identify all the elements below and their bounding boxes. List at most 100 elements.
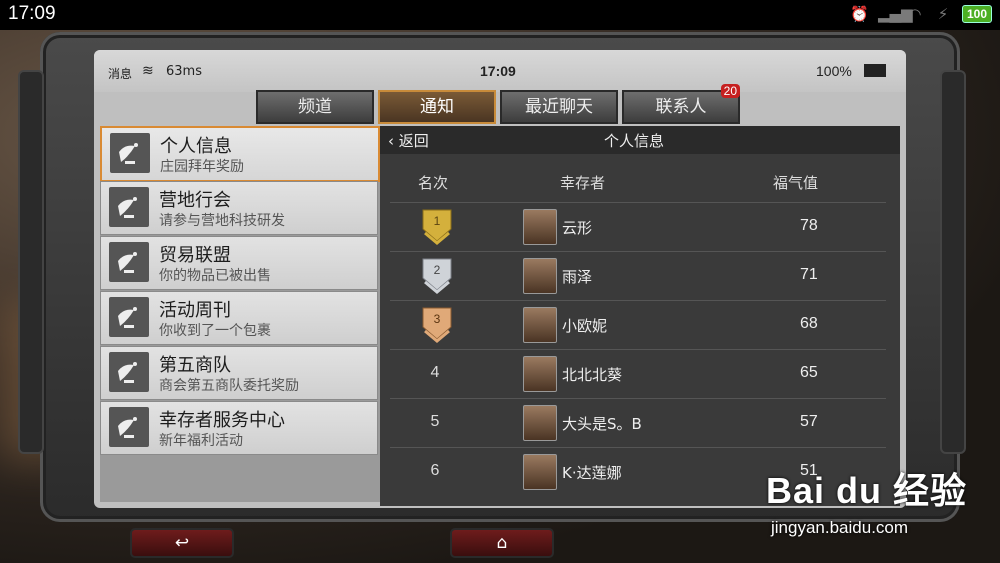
tab-notice[interactable]: 通知	[378, 90, 496, 124]
table-row: 2 雨泽 71	[390, 251, 886, 300]
satellite-dish-icon	[109, 352, 149, 392]
list-item-survivor-service[interactable]: 幸存者服务中心 新年福利活动	[100, 401, 378, 455]
frame-left-rail	[18, 70, 44, 454]
avatar	[523, 454, 557, 490]
charging-icon: ⚡	[937, 5, 949, 23]
tab-recent-chat[interactable]: 最近聊天	[500, 90, 618, 124]
rank-number: 5	[430, 413, 440, 430]
luck-score: 71	[800, 266, 818, 283]
tab-label: 联系人	[655, 97, 707, 117]
avatar	[523, 258, 557, 294]
battery-percent: 100%	[816, 63, 852, 79]
back-arrow-icon: ↩	[174, 533, 190, 553]
home-icon: ⌂	[496, 533, 508, 553]
battery-icon	[864, 64, 886, 77]
survivor-name: 小欧妮	[562, 317, 608, 335]
signal-icon: ▂▄▆	[877, 5, 913, 23]
avatar	[523, 356, 557, 392]
back-button[interactable]: ‹ 返回	[388, 130, 429, 151]
tab-channel[interactable]: 频道	[256, 90, 374, 124]
silver-medal-icon: 2	[420, 256, 454, 300]
survivor-name: 北北北葵	[562, 366, 623, 384]
list-item-title: 活动周刊	[159, 300, 231, 321]
os-status-bar: 17:09 ⏰ ▂▄▆ ◠ ⚡ 100	[0, 0, 1000, 30]
list-item-subtitle: 商会第五商队委托奖励	[159, 378, 299, 394]
device-screen: 消息 ≋ 63ms 17:09 100% 频道 通知 最近聊天 联系人 20 个人…	[94, 50, 906, 508]
unread-badge: 20	[720, 84, 740, 98]
list-item-subtitle: 请参与营地科技研发	[159, 213, 285, 229]
header-survivor: 幸存者	[560, 174, 606, 192]
table-row: 3 小欧妮 68	[390, 300, 886, 349]
luck-score: 78	[800, 217, 818, 234]
medal-rank: 3	[434, 312, 441, 326]
satellite-dish-icon	[110, 133, 150, 173]
wifi-icon: ≋	[142, 63, 154, 79]
watermark-url: jingyan.baidu.com	[771, 518, 909, 537]
list-item-weekly-events[interactable]: 活动周刊 你收到了一个包裹	[100, 291, 378, 345]
table-row: 5 大头是S。B 57	[390, 398, 886, 447]
list-item-title: 贸易联盟	[159, 245, 231, 266]
table-row: 1 云形 78	[390, 202, 886, 251]
satellite-dish-icon	[109, 187, 149, 227]
avatar	[523, 209, 557, 245]
game-time: 17:09	[480, 63, 516, 79]
list-item-fifth-caravan[interactable]: 第五商队 商会第五商队委托奖励	[100, 346, 378, 400]
list-item-title: 第五商队	[159, 355, 231, 376]
tab-label: 通知	[420, 97, 454, 117]
tab-label: 最近聊天	[525, 97, 593, 117]
survivor-name: 雨泽	[562, 268, 593, 286]
bottom-bar: ↩ ⌂	[120, 520, 880, 563]
medal-rank: 1	[434, 214, 441, 228]
list-item-subtitle: 你收到了一个包裹	[159, 323, 271, 339]
ping-value: 63ms	[166, 64, 202, 79]
avatar	[523, 307, 557, 343]
notice-list: 个人信息 庄园拜年奖励 营地行会 请参与营地科技研发 贸易联盟 你的物品已被出售…	[100, 126, 380, 502]
luck-score: 68	[800, 315, 818, 332]
satellite-dish-icon	[109, 407, 149, 447]
frame-right-rail	[940, 70, 966, 454]
satellite-dish-icon	[109, 297, 149, 337]
detail-panel: ‹ 返回 个人信息 名次 幸存者 福气值 1 云形 78 2 雨泽 71 3 小…	[380, 126, 900, 506]
list-item-title: 幸存者服务中心	[159, 410, 285, 431]
bronze-medal-icon: 3	[420, 305, 454, 349]
home-button[interactable]: ⌂	[450, 528, 554, 558]
panel-header: ‹ 返回 个人信息	[380, 126, 900, 154]
survivor-name: 云形	[562, 219, 593, 237]
rank-number: 6	[430, 462, 440, 479]
baidu-watermark: Bai du 经验 jingyan.baidu.com	[766, 462, 968, 537]
panel-title: 个人信息	[604, 132, 665, 150]
back-label: 返回	[398, 132, 429, 150]
gold-medal-icon: 1	[420, 207, 454, 251]
message-label: 消息	[108, 67, 133, 81]
list-item-subtitle: 新年福利活动	[159, 433, 243, 449]
game-status-bar: 消息 ≋ 63ms 17:09 100%	[94, 50, 906, 92]
tab-bar: 频道 通知 最近聊天 联系人 20	[256, 84, 740, 124]
tab-label: 频道	[298, 97, 332, 117]
tab-contacts[interactable]: 联系人 20	[622, 84, 740, 124]
list-item-camp-guild[interactable]: 营地行会 请参与营地科技研发	[100, 181, 378, 235]
luck-score: 57	[800, 413, 818, 430]
medal-rank: 2	[434, 263, 441, 277]
list-item-subtitle: 庄园拜年奖励	[160, 159, 244, 175]
satellite-dish-icon	[109, 242, 149, 282]
back-arrow-button[interactable]: ↩	[130, 528, 234, 558]
list-item-trade-union[interactable]: 贸易联盟 你的物品已被出售	[100, 236, 378, 290]
watermark-brand: Bai du 经验	[766, 470, 968, 511]
alarm-icon: ⏰	[849, 5, 869, 23]
os-status-icons: ⏰ ▂▄▆ ◠ ⚡ 100	[850, 5, 992, 23]
rank-number: 4	[430, 364, 440, 381]
avatar	[523, 405, 557, 441]
battery-level: 100	[961, 5, 992, 23]
os-time: 17:09	[8, 3, 56, 24]
header-luck: 福气值	[773, 174, 819, 192]
list-item-title: 营地行会	[159, 190, 231, 211]
table-row: 4 北北北葵 65	[390, 349, 886, 398]
survivor-name: 大头是S。B	[562, 415, 642, 433]
wifi-icon: ◠	[908, 5, 922, 23]
luck-score: 65	[800, 364, 818, 381]
header-rank: 名次	[418, 174, 449, 192]
list-item-subtitle: 你的物品已被出售	[159, 268, 271, 284]
survivor-name: K·达莲娜	[562, 464, 622, 482]
list-item-title: 个人信息	[160, 136, 232, 157]
list-item-personal-info[interactable]: 个人信息 庄园拜年奖励	[100, 126, 380, 182]
